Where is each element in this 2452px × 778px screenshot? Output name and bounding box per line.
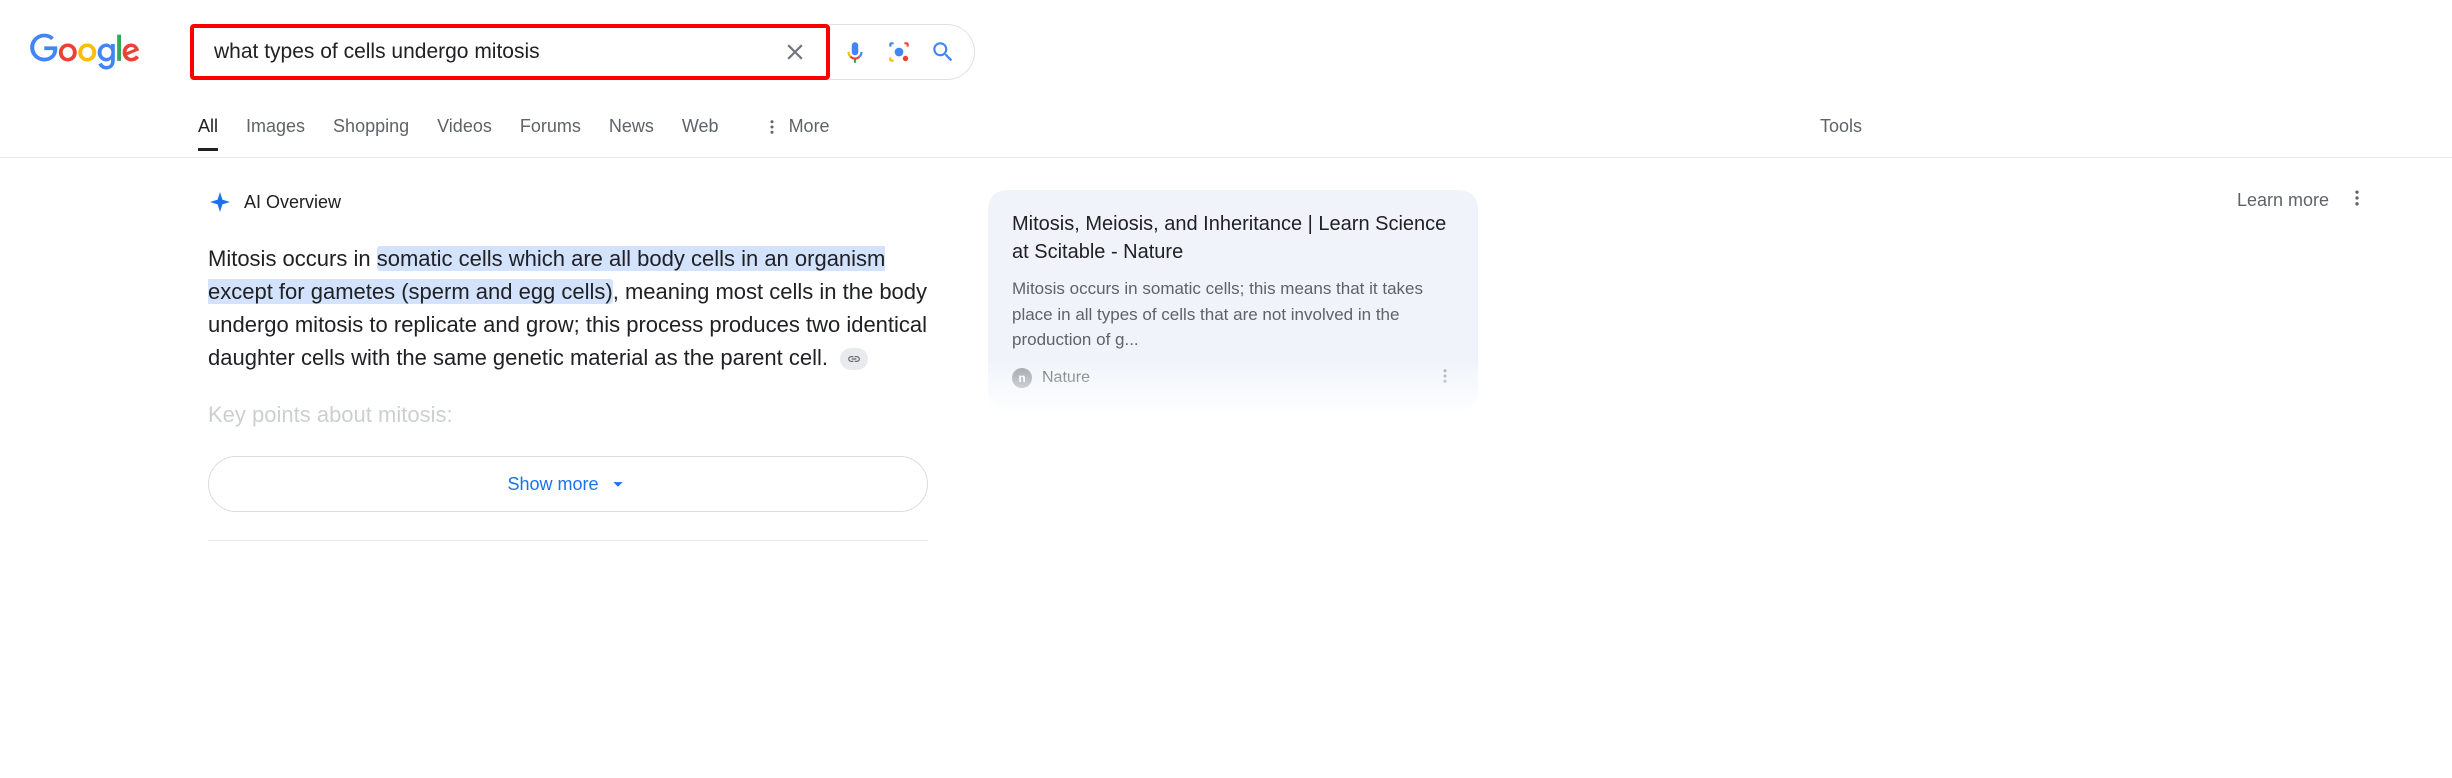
microphone-icon xyxy=(842,39,868,65)
ai-overview-text: Mitosis occurs in somatic cells which ar… xyxy=(208,242,938,374)
ai-overview-title: AI Overview xyxy=(244,192,341,213)
tab-web[interactable]: Web xyxy=(682,116,719,151)
citation-link-badge[interactable] xyxy=(840,348,868,370)
tab-all[interactable]: All xyxy=(198,116,218,151)
tab-more[interactable]: More xyxy=(763,116,830,151)
close-icon xyxy=(782,39,808,65)
kebab-icon xyxy=(2347,188,2367,208)
tab-news[interactable]: News xyxy=(609,116,654,151)
image-search-button[interactable] xyxy=(886,39,912,65)
source-card-snippet: Mitosis occurs in somatic cells; this me… xyxy=(1012,276,1454,353)
source-name: Nature xyxy=(1042,369,1090,387)
divider xyxy=(208,540,928,541)
kebab-icon xyxy=(1436,367,1454,385)
chevron-down-icon xyxy=(607,473,629,495)
search-icon xyxy=(930,39,956,65)
search-button[interactable] xyxy=(930,39,956,65)
sparkle-icon xyxy=(208,190,232,214)
google-logo[interactable] xyxy=(30,32,140,77)
clear-button[interactable] xyxy=(776,33,814,71)
source-card[interactable]: Mitosis, Meiosis, and Inheritance | Lear… xyxy=(988,190,1478,410)
source-favicon: n xyxy=(1012,368,1032,388)
source-card-title: Mitosis, Meiosis, and Inheritance | Lear… xyxy=(1012,210,1454,266)
tab-images[interactable]: Images xyxy=(246,116,305,151)
tools-link[interactable]: Tools xyxy=(1820,116,1862,151)
link-icon xyxy=(847,352,861,366)
learn-more-link[interactable]: Learn more xyxy=(2237,190,2329,211)
source-card-menu-button[interactable] xyxy=(1436,367,1454,390)
more-dots-icon xyxy=(763,118,781,136)
tab-videos[interactable]: Videos xyxy=(437,116,492,151)
search-input[interactable] xyxy=(214,40,776,64)
key-points-heading: Key points about mitosis: xyxy=(208,402,938,428)
tab-forums[interactable]: Forums xyxy=(520,116,581,151)
overflow-menu-button[interactable] xyxy=(2347,188,2367,213)
search-box[interactable] xyxy=(190,24,830,80)
lens-icon xyxy=(886,39,912,65)
tab-shopping[interactable]: Shopping xyxy=(333,116,409,151)
voice-search-button[interactable] xyxy=(842,39,868,65)
show-more-button[interactable]: Show more xyxy=(208,456,928,512)
